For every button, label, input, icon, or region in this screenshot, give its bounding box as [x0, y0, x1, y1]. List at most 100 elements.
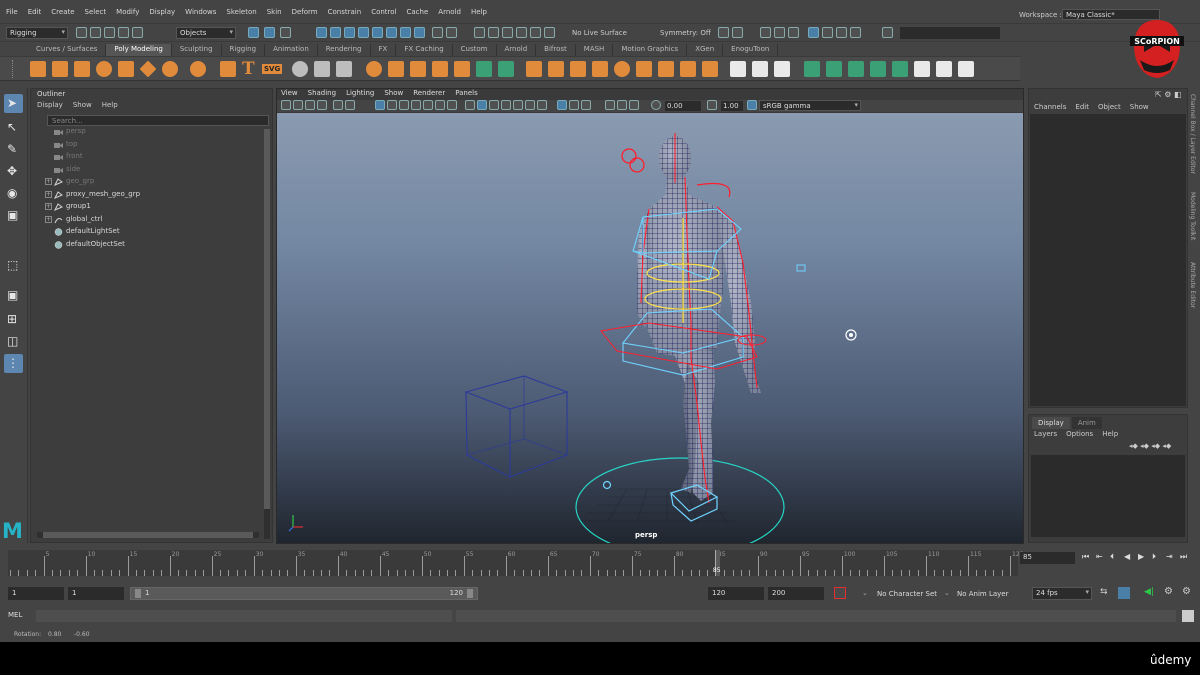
auto-uv-icon[interactable]	[892, 61, 908, 77]
sidetab-channelbox[interactable]: Channel Box / Layer Editor	[1189, 94, 1196, 174]
scale-icon[interactable]: ▣	[4, 206, 23, 225]
shelf-tab-curves-surfaces[interactable]: Curves / Surfaces	[28, 44, 107, 56]
menu-create[interactable]: Create	[51, 8, 74, 16]
smooth-icon[interactable]	[410, 61, 426, 77]
single-view-icon[interactable]: ▣	[4, 286, 23, 305]
channel-menu-channels[interactable]: Channels	[1034, 103, 1066, 111]
sew-uv-icon[interactable]	[936, 61, 952, 77]
snap-curve-icon[interactable]	[330, 27, 341, 38]
channel-menu-show[interactable]: Show	[1130, 103, 1149, 111]
cut-uv-icon[interactable]	[958, 61, 974, 77]
hierarchy-select-icon[interactable]	[248, 27, 259, 38]
outliner-item-top[interactable]: top	[45, 140, 265, 152]
range-bar[interactable]: 1 120	[130, 587, 478, 600]
exposure-icon[interactable]	[651, 100, 661, 110]
poly-sphere-icon[interactable]	[96, 61, 112, 77]
xray-icon[interactable]	[569, 100, 579, 110]
settings-gear-icon[interactable]: ⚙	[1182, 586, 1191, 597]
expand-icon[interactable]: +	[45, 215, 52, 223]
snap-plane-icon[interactable]	[358, 27, 369, 38]
outliner-item-defaultobjectset[interactable]: defaultObjectSet	[45, 240, 265, 252]
snap-view-icon[interactable]	[414, 27, 425, 38]
loop-icon[interactable]: ⇆	[1100, 587, 1108, 597]
outliner-item-geo-grp[interactable]: + geo_grp	[45, 177, 265, 189]
insert-loop-icon[interactable]	[752, 61, 768, 77]
outliner-item-global-ctrl[interactable]: + global_ctrl	[45, 215, 265, 227]
extract-icon[interactable]	[658, 61, 674, 77]
outliner-menu-display[interactable]: Display	[37, 101, 63, 109]
rotate-icon[interactable]: ◉	[4, 184, 23, 203]
poly-cube-icon[interactable]	[30, 61, 46, 77]
field-chart-icon[interactable]	[423, 100, 433, 110]
color-management-icon[interactable]	[747, 100, 757, 110]
paint-select-icon[interactable]: ✎	[4, 140, 23, 159]
open-scene-icon[interactable]	[76, 27, 87, 38]
snapshot-icon[interactable]	[822, 27, 833, 38]
gamma-field[interactable]: 1.00	[721, 101, 743, 111]
shelf-tab-fx-caching[interactable]: FX Caching	[396, 44, 453, 56]
extrude-icon[interactable]	[498, 61, 514, 77]
channelbox-header-icons[interactable]: ⇱ ⚙ ◧	[1155, 90, 1182, 99]
scene-start-field[interactable]: 1	[8, 587, 64, 600]
textured-icon[interactable]	[513, 100, 523, 110]
two-view-icon[interactable]: ◫	[4, 332, 23, 351]
four-view-icon[interactable]: ⊞	[4, 310, 23, 329]
merge-icon[interactable]	[592, 61, 608, 77]
menu-arnold[interactable]: Arnold	[438, 8, 461, 16]
outliner-search-input[interactable]: Search...	[47, 115, 269, 126]
layer-menu-help[interactable]: Help	[1102, 430, 1118, 438]
grease-pencil-icon[interactable]	[345, 100, 355, 110]
spherical-uv-icon[interactable]	[870, 61, 886, 77]
shelf-tab-bifrost[interactable]: Bifrost	[536, 44, 576, 56]
outliner-item-defaultlightset[interactable]: defaultLightSet	[45, 227, 265, 239]
expand-icon[interactable]: +	[45, 190, 52, 198]
viewport-menu-panels[interactable]: Panels	[455, 89, 478, 97]
smooth-shade-all-icon[interactable]	[477, 100, 487, 110]
combine-icon[interactable]	[366, 61, 382, 77]
viewport-menu-show[interactable]: Show	[384, 89, 403, 97]
outliner-item-front[interactable]: front	[45, 152, 265, 164]
component-select-icon[interactable]	[280, 27, 291, 38]
ipr-icon[interactable]	[516, 27, 527, 38]
menu-cache[interactable]: Cache	[407, 8, 429, 16]
redo-icon[interactable]	[132, 27, 143, 38]
menu-skeleton[interactable]: Skeleton	[226, 8, 256, 16]
anim-layer-arrow-icon[interactable]: ⌄	[944, 589, 950, 597]
sidetab-modeling-toolkit[interactable]: Modeling Toolkit	[1189, 192, 1196, 240]
shelf-tab-rendering[interactable]: Rendering	[318, 44, 371, 56]
character-set-label[interactable]: No Character Set	[877, 590, 937, 598]
shadows-icon[interactable]	[537, 100, 547, 110]
go-to-start-icon[interactable]: ⏮	[1082, 552, 1089, 562]
sidetab-attribute-editor[interactable]: Attribute Editor	[1189, 262, 1196, 308]
channel-menu-object[interactable]: Object	[1098, 103, 1121, 111]
snap-grid-icon[interactable]	[316, 27, 327, 38]
render-icon[interactable]	[502, 27, 513, 38]
poly-box-icon[interactable]	[52, 61, 68, 77]
viewport-menu-shading[interactable]: Shading	[308, 89, 336, 97]
collapse-icon[interactable]	[636, 61, 652, 77]
poly-cone-icon[interactable]	[118, 61, 134, 77]
outliner-item-group1[interactable]: + group1	[45, 202, 265, 214]
viewport-menu-view[interactable]: View	[281, 89, 298, 97]
svg-tool-icon[interactable]: SVG	[262, 64, 283, 74]
save-icon[interactable]	[104, 27, 115, 38]
layer-tab-display[interactable]: Display	[1032, 417, 1070, 429]
key-icon[interactable]	[1118, 587, 1130, 599]
select-icon[interactable]	[292, 61, 308, 77]
script-editor-icon[interactable]	[1182, 610, 1194, 622]
viewport-3d[interactable]: persp	[277, 113, 1023, 543]
step-back-key-icon[interactable]: ⇤	[1096, 552, 1103, 561]
poly-plane-icon[interactable]	[139, 60, 157, 78]
select-edge-icon[interactable]	[314, 61, 330, 77]
outliner-layout-icon[interactable]: ⋮	[4, 354, 23, 373]
playback-start-field[interactable]: 1	[68, 587, 124, 600]
gamma-icon[interactable]	[707, 100, 717, 110]
playback-end-field[interactable]: 120	[708, 587, 764, 600]
viewport-menu-renderer[interactable]: Renderer	[413, 89, 445, 97]
menu-modify[interactable]: Modify	[116, 8, 139, 16]
shelf-tab-custom[interactable]: Custom	[453, 44, 497, 56]
outliner-horizontal-scrollbar[interactable]	[37, 532, 259, 538]
mel-label[interactable]: MEL	[8, 611, 22, 619]
outliner-menu-help[interactable]: Help	[102, 101, 118, 109]
type-tool-icon[interactable]: T	[242, 59, 255, 79]
